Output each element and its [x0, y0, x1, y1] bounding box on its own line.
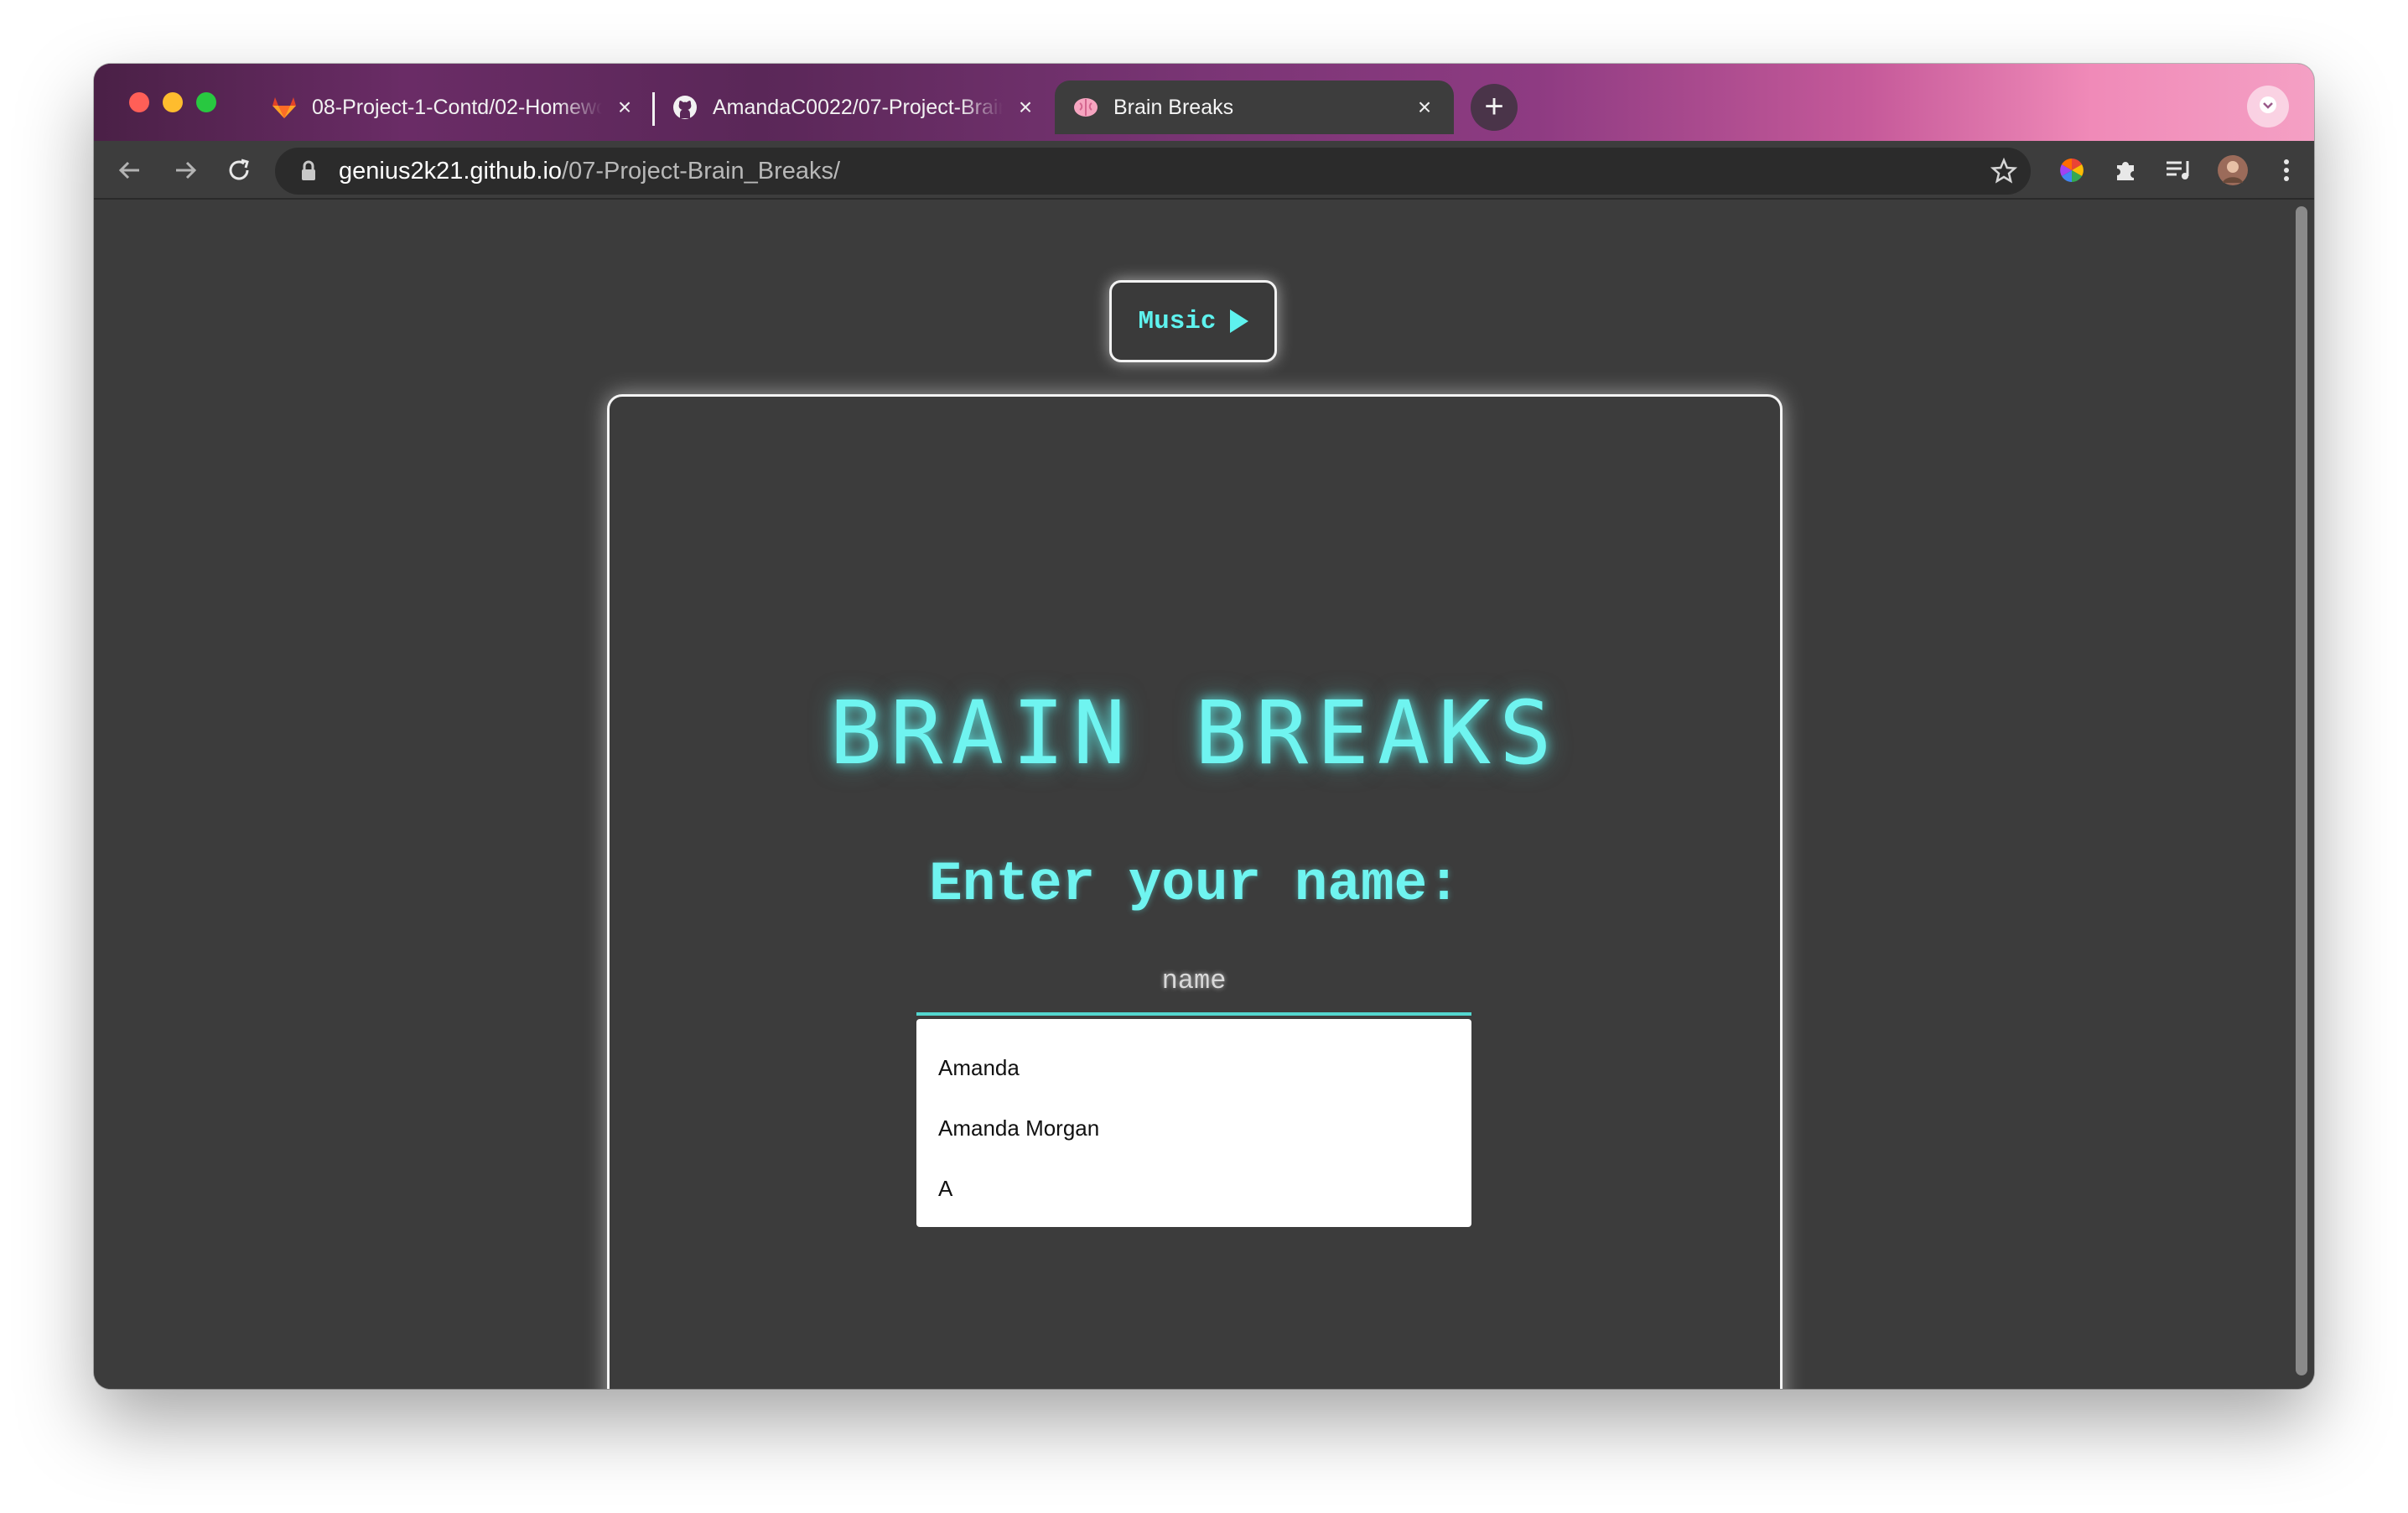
tab-github-repo[interactable]: AmandaC0022/07-Project-Brain_Breaks × [654, 81, 1055, 134]
minimize-window-button[interactable] [163, 92, 183, 112]
autocomplete-option[interactable]: Amanda Morgan [916, 1098, 1471, 1158]
autocomplete-option[interactable]: Amanda [916, 1037, 1471, 1098]
tab-close-icon[interactable]: × [614, 96, 636, 119]
name-input[interactable] [916, 949, 1471, 1016]
gitlab-icon [272, 95, 297, 120]
tab-strip: 08-Project-1-Contd/02-Homework × AmandaC… [94, 64, 2314, 141]
music-button[interactable]: Music [1109, 280, 1277, 362]
name-prompt: Enter your name: [929, 853, 1461, 916]
reload-button[interactable] [221, 153, 257, 188]
arrow-left-icon [118, 161, 139, 179]
brain-icon [1073, 95, 1098, 120]
extensions-puzzle-icon[interactable] [2108, 153, 2143, 188]
bookmark-star-icon[interactable] [1990, 158, 2017, 185]
vertical-scrollbar[interactable] [2287, 200, 2314, 1389]
profile-avatar[interactable] [2215, 153, 2250, 188]
url-path: /07-Project-Brain_Breaks/ [562, 157, 841, 185]
tab-title: 08-Project-1-Contd/02-Homework [312, 95, 602, 119]
forward-button[interactable] [168, 153, 203, 188]
main-card: BRAIN BREAKS Enter your name: Amanda Ama… [607, 394, 1783, 1389]
autocomplete-dropdown: Amanda Amanda Morgan A [916, 1019, 1471, 1227]
lock-icon [302, 160, 315, 180]
new-tab-button[interactable]: + [1471, 84, 1518, 131]
tab-search-button[interactable] [2247, 86, 2289, 127]
more-menu-icon[interactable] [2269, 153, 2304, 188]
media-queue-icon[interactable] [2161, 153, 2197, 188]
tab-brain-breaks[interactable]: Brain Breaks × [1055, 81, 1454, 134]
close-window-button[interactable] [129, 92, 149, 112]
tab-gitlab-homework[interactable]: 08-Project-1-Contd/02-Homework × [253, 81, 654, 134]
scrollbar-thumb[interactable] [2296, 206, 2307, 1375]
tab-title: AmandaC0022/07-Project-Brain_Breaks [713, 95, 1003, 119]
github-icon [672, 95, 698, 120]
url-text: genius2k21.github.io/07-Project-Brain_Br… [339, 158, 840, 185]
browser-toolbar: genius2k21.github.io/07-Project-Brain_Br… [94, 141, 2314, 200]
address-bar[interactable]: genius2k21.github.io/07-Project-Brain_Br… [275, 148, 2031, 195]
page-viewport: Music BRAIN BREAKS Enter your name: Aman… [94, 200, 2287, 1389]
autocomplete-option[interactable]: A [916, 1158, 1471, 1219]
back-button[interactable] [112, 153, 148, 188]
color-extension-icon[interactable] [2054, 153, 2089, 188]
tab-close-icon[interactable]: × [1015, 96, 1036, 119]
chevron-down-icon [2259, 96, 2277, 118]
reload-icon [229, 159, 249, 180]
zoom-window-button[interactable] [196, 92, 216, 112]
play-icon [1229, 309, 1248, 333]
tab-title: Brain Breaks [1113, 95, 1234, 119]
arrow-right-icon [176, 161, 197, 179]
brand-title: BRAIN BREAKS [829, 682, 1560, 784]
browser-window: 08-Project-1-Contd/02-Homework × AmandaC… [94, 64, 2314, 1389]
tab-close-icon[interactable]: × [1414, 96, 1435, 119]
music-label: Music [1138, 306, 1217, 336]
url-host: genius2k21.github.io [339, 157, 563, 185]
